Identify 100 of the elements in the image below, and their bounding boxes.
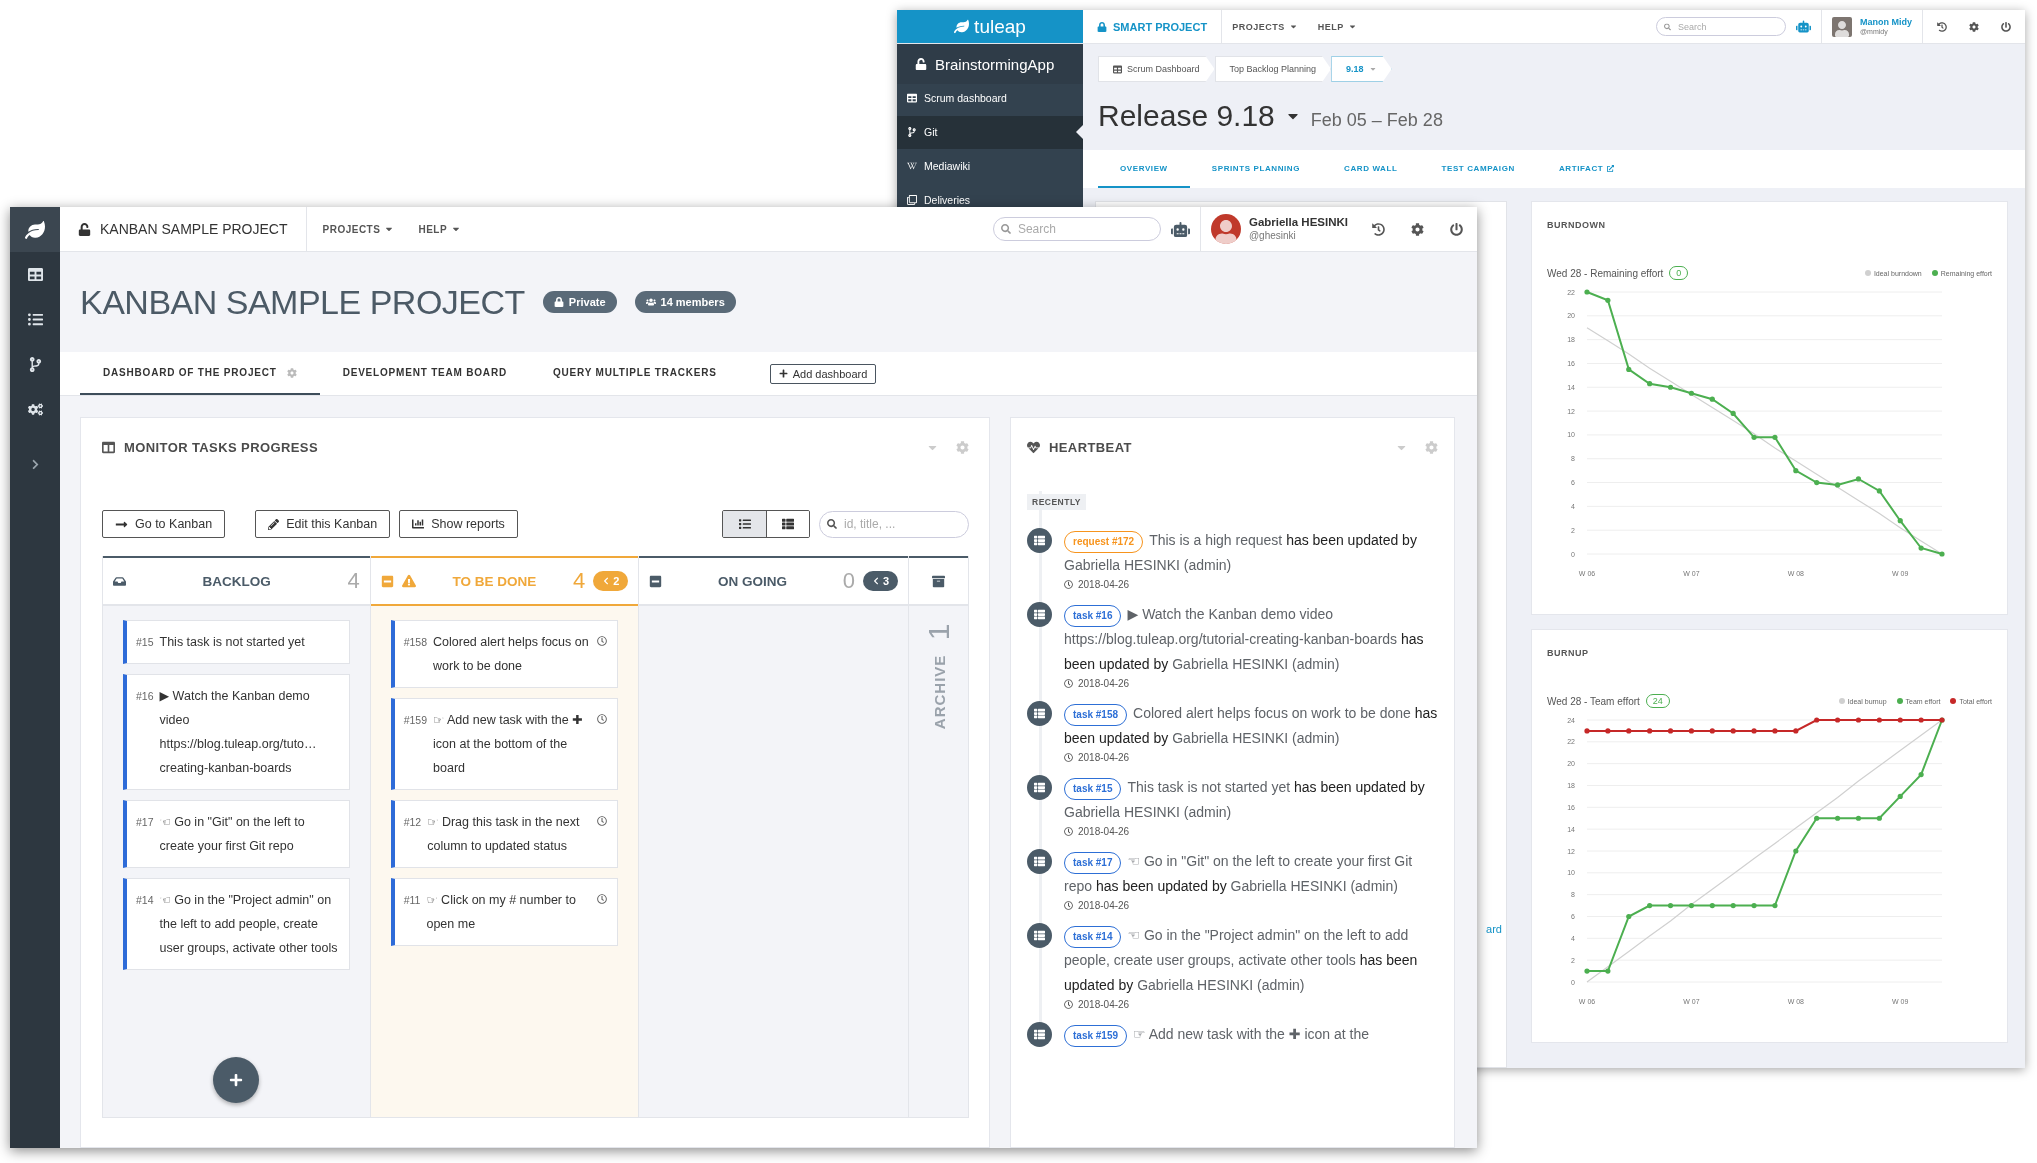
breadcrumb-item[interactable]: Top Backlog Planning [1214, 56, 1332, 82]
list-icon [1027, 775, 1052, 800]
nav-menu[interactable]: HELP [408, 223, 472, 235]
bar-chart-icon [412, 518, 425, 530]
sidebar-item[interactable]: Scrum dashboard [897, 91, 1083, 105]
gears-icon[interactable] [27, 402, 43, 417]
avatar[interactable] [1210, 214, 1241, 244]
history-icon[interactable] [1937, 21, 1947, 32]
tab[interactable]: TEST CAMPAIGN [1419, 150, 1537, 188]
column-count: 0 [842, 568, 855, 594]
clock-icon [597, 816, 608, 826]
task-card[interactable]: #159 ☞ Add new task with the ✚ icon at the bottom of the board [390, 698, 619, 790]
user-name: Gabriella HESINKI [1248, 216, 1348, 230]
column-count: 4 [347, 568, 360, 594]
task-title: ☞ Click on my # number to open me [426, 892, 577, 933]
settings-icon[interactable] [1969, 21, 1979, 32]
link[interactable]: ard [1486, 923, 1502, 935]
table-icon [907, 93, 917, 103]
task-id[interactable]: #159 [403, 708, 428, 732]
view-toggle[interactable] [723, 511, 766, 537]
tab[interactable]: SPRINTS PLANNING [1189, 150, 1323, 188]
leaf-icon[interactable] [25, 219, 45, 240]
tab[interactable]: QUERY MULTIPLE TRACKERS [529, 352, 740, 395]
task-card[interactable]: #11 ☞ Click on my # number to open me [390, 878, 619, 946]
tab[interactable]: OVERVIEW [1098, 150, 1190, 188]
activity-text: task #17 ☜ Go in "Git" on the left to create your first Git repo has been updated by Gabriella HESINKI (admin) [1064, 851, 1414, 896]
sidebar-item[interactable]: Mediawiki [897, 159, 1083, 173]
sidebar-item[interactable]: Deliveries [897, 193, 1083, 207]
archive-count: 1 [921, 624, 956, 641]
add-dashboard-button[interactable]: Add dashboard [769, 363, 877, 384]
widget-title: HEARTBEAT [1049, 440, 1132, 455]
archive-label: ARCHIVE [930, 654, 948, 730]
task-id[interactable]: #14 [136, 888, 154, 912]
project-name[interactable]: BrainstormingApp [897, 44, 1083, 84]
task-card[interactable]: #14 ☜ Go in the "Project admin" on the left to add people, create user groups, activate other tools [123, 878, 350, 970]
go-to-kanban-button[interactable]: Go to Kanban [102, 510, 226, 538]
tab[interactable]: DEVELOPMENT TEAM BOARD [319, 352, 530, 395]
wip-limit-badge: 2 [593, 571, 629, 591]
robot-icon[interactable] [1796, 19, 1811, 34]
list-icon [1027, 528, 1052, 553]
branch-icon[interactable] [27, 357, 43, 372]
task-id[interactable]: #16 [136, 684, 154, 708]
activity-text: task #159 ☞ Add new task with the ✚ icon at the [1064, 1022, 1438, 1047]
task-id[interactable]: #11 [403, 888, 421, 912]
task-card[interactable]: #158 Colored alert helps focus on work to be done [390, 620, 619, 688]
task-card[interactable]: #16 ▶ Watch the Kanban demo video https://blog.tuleap.org/tuto… creating-kanban-boards [123, 674, 350, 790]
list-icon[interactable] [27, 312, 43, 327]
task-id[interactable]: #17 [136, 810, 154, 834]
nav-menu[interactable]: HELP [1307, 21, 1367, 32]
robot-icon[interactable] [1170, 219, 1190, 239]
avatar[interactable] [1832, 16, 1852, 37]
power-icon[interactable] [1450, 222, 1463, 236]
tab[interactable]: DASHBOARD OF THE PROJECT [80, 352, 320, 395]
activity-text: task #14 ☜ Go in the "Project admin" on the left to add people, create user groups, activate other tools has been updated by Gabriella HESINKI (admin) [1064, 925, 1419, 995]
show-reports-button[interactable]: Show reports [399, 510, 518, 538]
breadcrumb-item[interactable]: Scrum Dashboard [1098, 56, 1215, 82]
project-link[interactable]: SMART PROJECT [1083, 10, 1223, 43]
column-title: ON GOING [717, 573, 789, 589]
lock-icon [553, 297, 564, 307]
tab[interactable]: CARD WALL [1322, 150, 1420, 188]
edit-kanban-button[interactable]: Edit this Kanban [255, 510, 391, 538]
history-icon[interactable] [1372, 222, 1385, 236]
search-field[interactable]: Search [1656, 17, 1786, 36]
search-field[interactable]: Search [992, 217, 1161, 241]
filter-field[interactable]: id, title, ... [819, 510, 969, 538]
collapse-icon[interactable] [649, 574, 663, 588]
detailed-list-icon [782, 518, 794, 530]
activity-date: 2018-04-26 [1078, 678, 1130, 689]
list-icon [1027, 701, 1052, 726]
clock-icon [597, 636, 608, 646]
nav-menu[interactable]: PROJECTS [308, 223, 409, 235]
add-card-button[interactable] [213, 1057, 260, 1103]
task-id[interactable]: #12 [403, 810, 422, 834]
chart-summary: Wed 28 - Remaining effort [1547, 267, 1664, 279]
card-title: BURNUP [1547, 648, 1590, 658]
archive-icon[interactable] [932, 574, 946, 588]
breadcrumb-item[interactable]: 9.18 [1331, 56, 1392, 82]
caret-icon [1288, 22, 1298, 31]
list-icon [1027, 602, 1052, 627]
lock-icon [1097, 21, 1107, 32]
project-link[interactable]: KANBAN SAMPLE PROJECT [60, 207, 307, 251]
tab[interactable]: ARTIFACT [1536, 150, 1637, 188]
section-label: RECENTLY [1027, 494, 1087, 510]
table-icon[interactable] [27, 267, 43, 282]
release-title[interactable]: Release 9.18 [1098, 99, 1301, 133]
task-card[interactable]: #17 ☜ Go in "Git" on the left to create your first Git repo [123, 800, 350, 868]
chart-summary: Wed 28 - Team effort [1547, 695, 1640, 707]
nav-menu[interactable]: PROJECTS [1222, 21, 1308, 32]
task-id[interactable]: #15 [136, 630, 154, 654]
task-card[interactable]: #12 ☞ Drag this task in the next column to updated status [390, 800, 619, 868]
task-card[interactable]: #15 This task is not started yet [123, 620, 350, 664]
settings-icon[interactable] [1411, 222, 1424, 236]
task-id[interactable]: #158 [403, 630, 428, 654]
clock-icon [1064, 827, 1073, 836]
activity-text: task #16 ▶ Watch the Kanban demo video https://blog.tuleap.org/tutorial-creating-kanban-boards has been updated by Gabriella HESINKI (admin) [1064, 604, 1425, 674]
members-badge: 14 members [634, 291, 736, 313]
activity-date: 2018-04-26 [1078, 752, 1130, 763]
power-icon[interactable] [2001, 21, 2011, 32]
privacy-badge: Private [542, 291, 617, 313]
view-toggle[interactable] [766, 511, 809, 537]
